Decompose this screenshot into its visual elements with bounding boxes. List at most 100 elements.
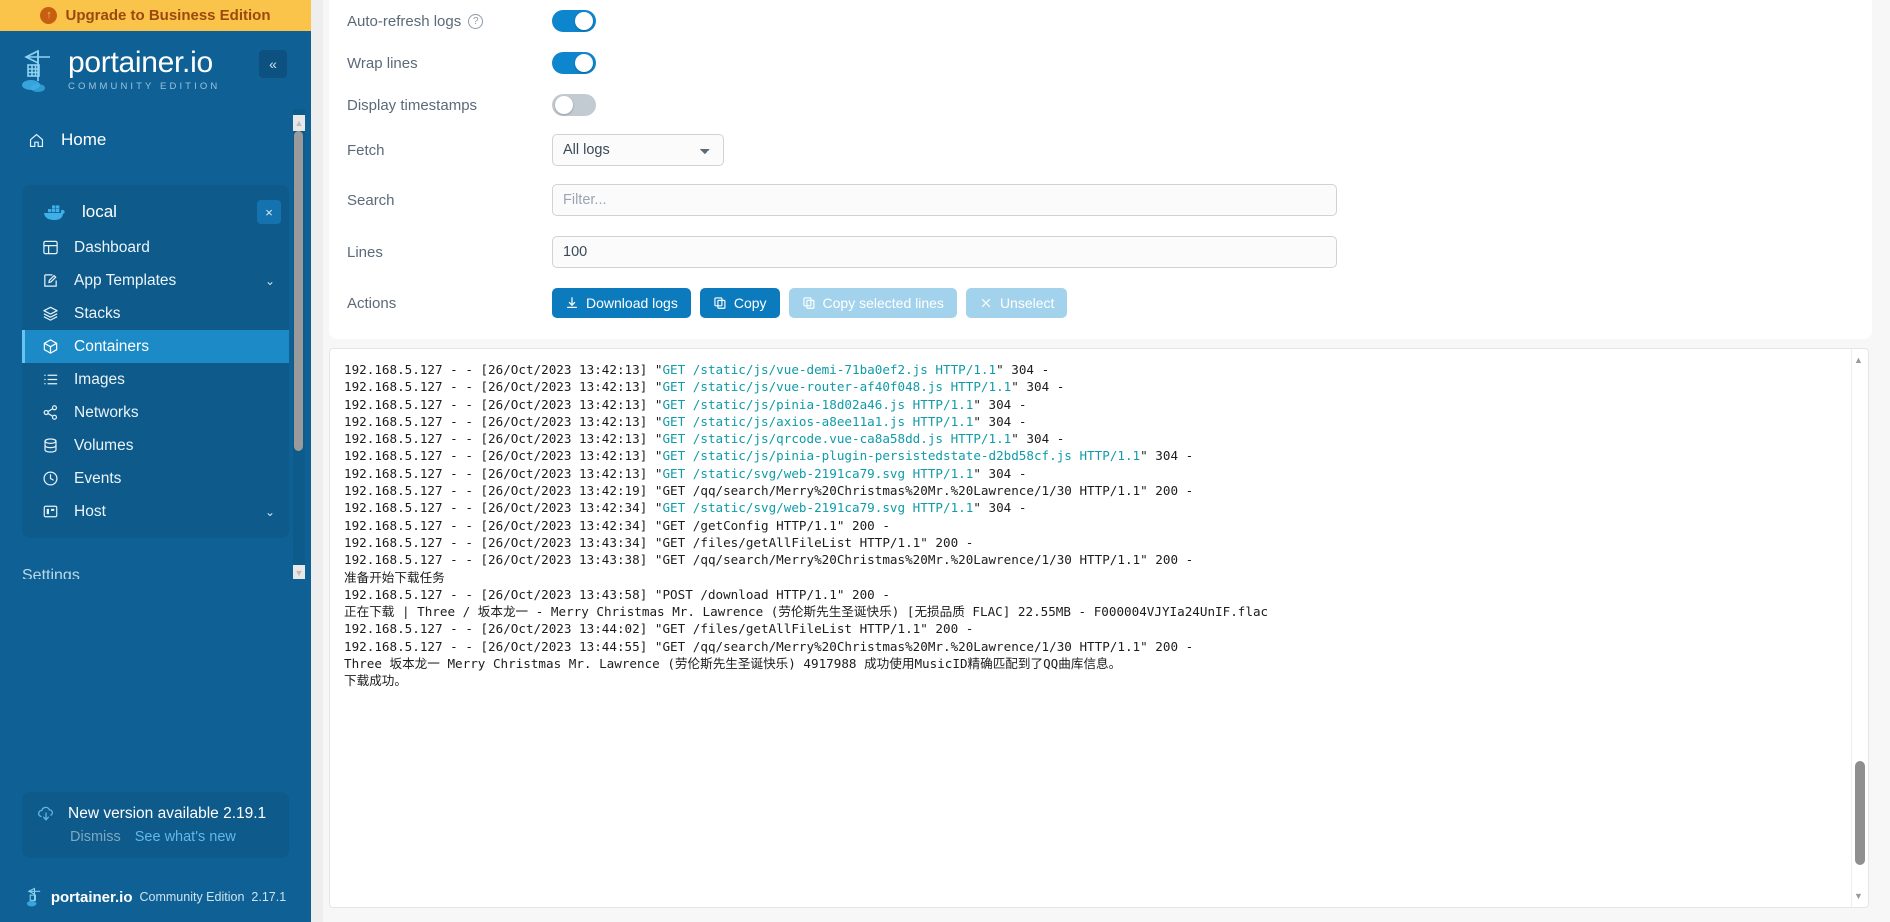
portainer-crane-icon: [26, 887, 41, 907]
log-line[interactable]: 192.168.5.127 - - [26/Oct/2023 13:43:38]…: [344, 551, 1868, 568]
fetch-label-group: Fetch: [347, 142, 552, 159]
footer-version: 2.17.1: [251, 890, 287, 904]
log-line[interactable]: 准备开始下载任务: [344, 569, 1868, 586]
log-line[interactable]: 192.168.5.127 - - [26/Oct/2023 13:42:13]…: [344, 465, 1868, 482]
log-line-prefix: 192.168.5.127 - - [26/Oct/2023 13:42:19]…: [344, 483, 1194, 499]
log-line[interactable]: 192.168.5.127 - - [26/Oct/2023 13:42:13]…: [344, 447, 1868, 464]
log-line[interactable]: 192.168.5.127 - - [26/Oct/2023 13:42:34]…: [344, 499, 1868, 516]
log-line[interactable]: 192.168.5.127 - - [26/Oct/2023 13:42:13]…: [344, 430, 1868, 447]
sidebar-item-containers[interactable]: Containers: [22, 330, 289, 363]
fetch-row: Fetch All logs: [329, 126, 1872, 174]
log-line-request: GET /static/js/qrcode.vue-ca8a58dd.js HT…: [662, 431, 1012, 447]
wrap-lines-toggle[interactable]: [552, 52, 596, 74]
copy-selected-lines-label: Copy selected lines: [822, 295, 944, 311]
environment-group: local × Dashboard App Templates ⌄ Stacks…: [22, 185, 289, 538]
sidebar-item-app-templates[interactable]: App Templates ⌄: [22, 264, 289, 297]
sidebar-item-containers-label: Containers: [74, 337, 149, 355]
docker-icon: [44, 205, 65, 220]
log-line-prefix: 正在下载 | Three / 坂本龙一 - Merry Christmas Mr…: [344, 604, 1269, 620]
download-logs-button[interactable]: Download logs: [552, 288, 691, 318]
log-output-panel[interactable]: 192.168.5.127 - - [26/Oct/2023 13:42:13]…: [329, 348, 1869, 908]
display-timestamps-toggle[interactable]: [552, 94, 596, 116]
see-whats-new-link[interactable]: See what's new: [135, 829, 236, 845]
log-line-prefix: 192.168.5.127 - - [26/Oct/2023 13:44:55]…: [344, 638, 1194, 654]
actions-label: Actions: [347, 294, 397, 312]
log-line-request: GET /static/svg/web-2191ca79.svg HTTP/1.…: [662, 500, 974, 516]
display-timestamps-row: Display timestamps: [329, 84, 1872, 126]
log-line[interactable]: 192.168.5.127 - - [26/Oct/2023 13:42:19]…: [344, 482, 1868, 499]
copy-icon: [714, 297, 726, 309]
log-line-suffix: " 304 -: [1140, 448, 1194, 464]
help-icon[interactable]: ?: [468, 13, 484, 29]
log-line[interactable]: 192.168.5.127 - - [26/Oct/2023 13:42:13]…: [344, 413, 1868, 430]
log-line-suffix: " 304 -: [973, 500, 1027, 516]
sidebar-item-stacks[interactable]: Stacks: [22, 297, 289, 330]
log-line[interactable]: 192.168.5.127 - - [26/Oct/2023 13:44:02]…: [344, 620, 1868, 637]
log-line[interactable]: 下载成功。: [344, 672, 1868, 689]
close-icon: [981, 298, 991, 308]
log-line-suffix: " 304 -: [996, 362, 1050, 377]
sidebar-item-networks-label: Networks: [74, 403, 139, 421]
sidebar-item-networks[interactable]: Networks: [22, 396, 289, 429]
actions-row: Actions Download logs Copy Copy selected…: [329, 278, 1872, 328]
log-scroll-down-arrow-icon[interactable]: ▼: [1852, 889, 1865, 903]
copy-button[interactable]: Copy: [699, 288, 780, 318]
dismiss-version-link[interactable]: Dismiss: [70, 829, 121, 845]
sidebar-item-events[interactable]: Events: [22, 462, 289, 495]
sidebar-item-home[interactable]: Home: [0, 119, 311, 161]
log-scroll-up-arrow-icon[interactable]: ▲: [1852, 353, 1865, 367]
chevron-down-icon: ⌄: [264, 504, 275, 519]
search-input[interactable]: [552, 184, 1337, 216]
lines-input[interactable]: [552, 236, 1337, 268]
log-line-prefix: 192.168.5.127 - - [26/Oct/2023 13:43:38]…: [344, 552, 1194, 568]
auto-refresh-label-group: Auto-refresh logs ?: [347, 13, 552, 30]
database-icon: [44, 438, 57, 453]
scroll-down-arrow-icon[interactable]: ▼: [293, 565, 305, 579]
up-arrow-circle-icon: ↑: [40, 7, 58, 24]
footer-edition: Community Edition: [139, 890, 245, 904]
log-line-prefix: 192.168.5.127 - - [26/Oct/2023 13:43:58]…: [344, 586, 890, 602]
sidebar-item-images[interactable]: Images: [22, 363, 289, 396]
environment-close-button[interactable]: ×: [257, 200, 281, 224]
copy-selected-lines-button[interactable]: Copy selected lines: [788, 288, 957, 318]
sidebar-item-dashboard[interactable]: Dashboard: [22, 231, 289, 264]
sidebar-scrollbar-thumb[interactable]: [294, 131, 303, 451]
sidebar-collapse-button[interactable]: «: [259, 50, 287, 78]
log-line[interactable]: 192.168.5.127 - - [26/Oct/2023 13:43:34]…: [344, 534, 1868, 551]
sidebar-item-images-label: Images: [74, 370, 125, 388]
cloud-download-icon: [38, 806, 53, 821]
log-line[interactable]: 192.168.5.127 - - [26/Oct/2023 13:43:58]…: [344, 586, 1868, 603]
log-line[interactable]: 正在下载 | Three / 坂本龙一 - Merry Christmas Mr…: [344, 603, 1868, 620]
sidebar: ↑ Upgrade to Business Edition portainer.…: [0, 0, 311, 922]
main-left-gutter: [311, 0, 323, 922]
log-scrollbar-thumb[interactable]: [1855, 761, 1865, 865]
sidebar-item-host[interactable]: Host ⌄: [22, 495, 289, 528]
log-line-suffix: " 304 -: [973, 413, 1027, 429]
log-line[interactable]: 192.168.5.127 - - [26/Oct/2023 13:44:55]…: [344, 638, 1868, 655]
server-icon: [43, 505, 58, 518]
upgrade-to-business-banner[interactable]: ↑ Upgrade to Business Edition: [0, 0, 311, 31]
chevron-down-icon: ⌄: [264, 273, 275, 288]
sidebar-item-stacks-label: Stacks: [74, 304, 121, 322]
sidebar-item-volumes[interactable]: Volumes: [22, 429, 289, 462]
log-line[interactable]: 192.168.5.127 - - [26/Oct/2023 13:42:13]…: [344, 396, 1868, 413]
log-line-request: GET /static/js/vue-demi-71ba0ef2.js HTTP…: [662, 362, 997, 377]
log-line[interactable]: Three 坂本龙一 Merry Christmas Mr. Lawrence …: [344, 655, 1868, 672]
cube-icon: [43, 339, 58, 354]
log-line-prefix: 下载成功。: [344, 673, 407, 689]
sidebar-item-settings-partial[interactable]: Settings: [22, 567, 80, 579]
unselect-button[interactable]: Unselect: [965, 288, 1068, 318]
main-content: Auto-refresh logs ? Wrap lines Display t…: [311, 0, 1890, 922]
search-label-group: Search: [347, 192, 552, 209]
auto-refresh-toggle[interactable]: [552, 10, 596, 32]
dashboard-icon: [43, 240, 58, 255]
log-line[interactable]: 192.168.5.127 - - [26/Oct/2023 13:42:13]…: [344, 378, 1868, 395]
log-line[interactable]: 192.168.5.127 - - [26/Oct/2023 13:42:34]…: [344, 517, 1868, 534]
log-line-prefix: 192.168.5.127 - - [26/Oct/2023 13:44:02]…: [344, 621, 974, 637]
log-line-prefix: Three 坂本龙一 Merry Christmas Mr. Lawrence …: [344, 656, 1122, 672]
environment-header[interactable]: local ×: [22, 193, 289, 231]
fetch-select[interactable]: All logs: [552, 134, 724, 166]
log-line-prefix: 192.168.5.127 - - [26/Oct/2023 13:42:13]…: [344, 362, 663, 377]
log-line[interactable]: 192.168.5.127 - - [26/Oct/2023 13:42:13]…: [344, 361, 1868, 378]
scroll-up-arrow-icon[interactable]: ▲: [293, 115, 305, 131]
